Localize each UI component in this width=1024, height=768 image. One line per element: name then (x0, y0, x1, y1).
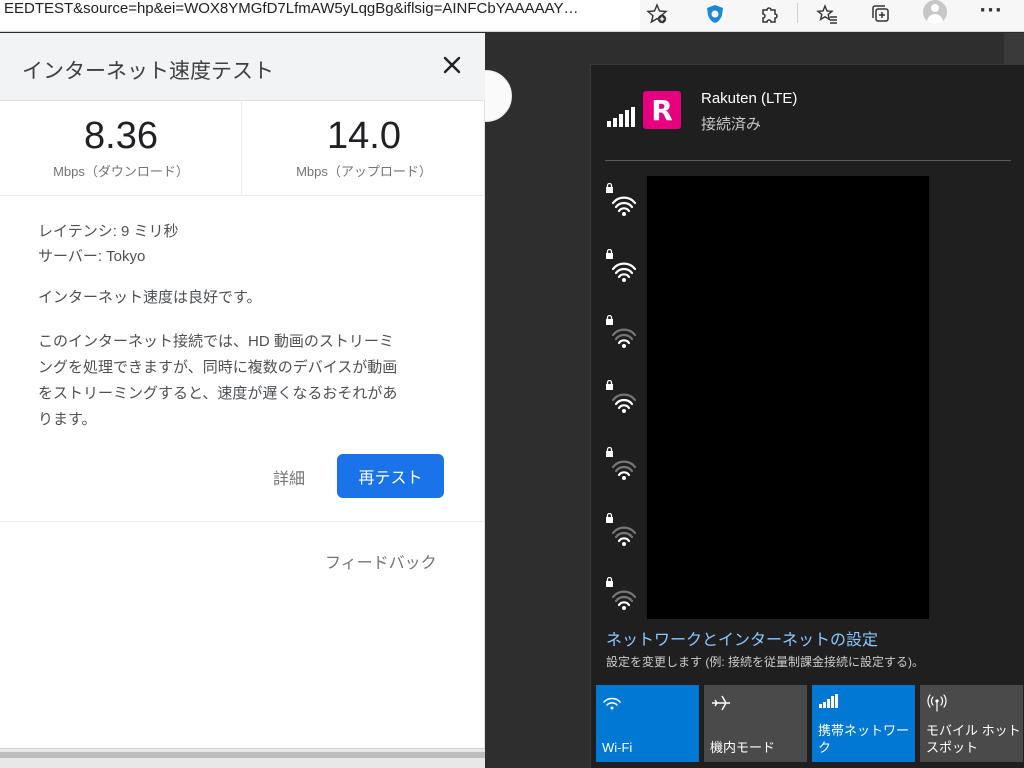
feedback-link[interactable]: フィードバック (325, 549, 437, 573)
upload-label: Mbps（アップロード） (296, 164, 432, 179)
close-icon (443, 56, 461, 74)
description-line-2: ングを処理できますが、同時に複数のデバイスが動画 (38, 359, 398, 376)
extensions-icon[interactable] (752, 0, 786, 28)
secured-wifi-icon[interactable] (603, 576, 639, 613)
cellular-toggle-label: 携帯ネットワーク (818, 723, 910, 755)
cellular-icon (819, 694, 838, 708)
close-button[interactable] (436, 49, 468, 81)
download-value: 8.36 (84, 115, 158, 157)
connection-status: 接続済み (701, 116, 762, 133)
secured-wifi-icon[interactable] (603, 248, 639, 285)
connection-name: Rakuten (LTE) (701, 90, 798, 107)
speed-results: 8.36 Mbps（ダウンロード） 14.0 Mbps（アップロード） (0, 101, 485, 196)
network-settings-description: 設定を変更します (例: 接続を従量制課金接続に設定する)。 (606, 655, 924, 669)
collections-icon[interactable] (864, 0, 898, 28)
speedtest-panel: インターネット速度テスト 8.36 Mbps（ダウンロード） 14.0 Mbps… (0, 33, 485, 748)
more-icon[interactable]: ··· (974, 0, 1008, 28)
upload-stat: 14.0 Mbps（アップロード） (243, 101, 485, 196)
flyout-divider (605, 160, 1011, 161)
secured-wifi-icon[interactable] (603, 182, 639, 219)
upload-value: 14.0 (327, 115, 401, 157)
verdict-text: インターネット速度は良好です。 (38, 289, 262, 306)
retest-button[interactable]: 再テスト (337, 454, 444, 498)
wifi-toggle-label: Wi-Fi (602, 740, 633, 755)
browser-toolbar: EEDTEST&source=hp&ei=WOX8YMGfD7LfmAW5yLq… (0, 0, 1024, 32)
mobile-hotspot-toggle[interactable]: モバイル ホットスポット (920, 685, 1023, 762)
horizontal-scrollbar[interactable] (0, 748, 485, 768)
page-title: インターネット速度テスト (22, 60, 274, 83)
favorites-icon[interactable] (810, 0, 844, 28)
profile-icon[interactable] (918, 0, 952, 28)
secured-wifi-icon[interactable] (603, 512, 639, 549)
download-stat: 8.36 Mbps（ダウンロード） (0, 101, 242, 196)
divider (0, 521, 485, 522)
description-line-3: をストリーミングすると、速度が遅くなるおそれがあ (38, 385, 398, 402)
description-line-1: このインターネット接続では、HD 動画のストリーミ (38, 333, 394, 350)
secured-wifi-icon[interactable] (603, 446, 639, 483)
avatar (923, 0, 947, 24)
toolbar-separator (797, 3, 798, 23)
network-settings-link[interactable]: ネットワークとインターネットの設定 (606, 626, 878, 650)
download-label: Mbps（ダウンロード） (53, 164, 189, 179)
secured-wifi-icon[interactable] (603, 379, 639, 416)
rakuten-logo: R (643, 91, 681, 129)
wifi-icon (603, 697, 621, 710)
address-bar[interactable]: EEDTEST&source=hp&ei=WOX8YMGfD7LfmAW5yLq… (0, 0, 640, 30)
airplane-icon (712, 695, 730, 711)
network-flyout: R Rakuten (LTE) 接続済み ネットワークとインターネットの設定 設… (590, 64, 1024, 768)
secured-wifi-icon[interactable] (603, 314, 639, 351)
latency-text: レイテンシ: 9 ミリ秒 (38, 223, 179, 240)
connected-network-item[interactable]: R Rakuten (LTE) 接続済み (591, 65, 1024, 161)
add-favorite-icon[interactable] (640, 0, 674, 28)
panel-header: インターネット速度テスト (0, 33, 485, 101)
airplane-mode-label: 機内モード (710, 740, 776, 755)
server-text: サーバー: Tokyo (38, 248, 146, 265)
redacted-network-list (647, 176, 929, 619)
details-link[interactable]: 詳細 (273, 465, 305, 489)
cellular-toggle[interactable]: 携帯ネットワーク (812, 685, 915, 762)
mobile-hotspot-label: モバイル ホットスポット (926, 723, 1021, 755)
airplane-mode-toggle[interactable]: 機内モード (704, 685, 807, 762)
description-line-4: ります。 (38, 411, 97, 428)
wifi-toggle[interactable]: Wi-Fi (596, 685, 699, 762)
cellular-signal-icon (607, 107, 635, 127)
extension-shield-icon[interactable] (698, 0, 732, 28)
hotspot-icon (927, 694, 947, 712)
